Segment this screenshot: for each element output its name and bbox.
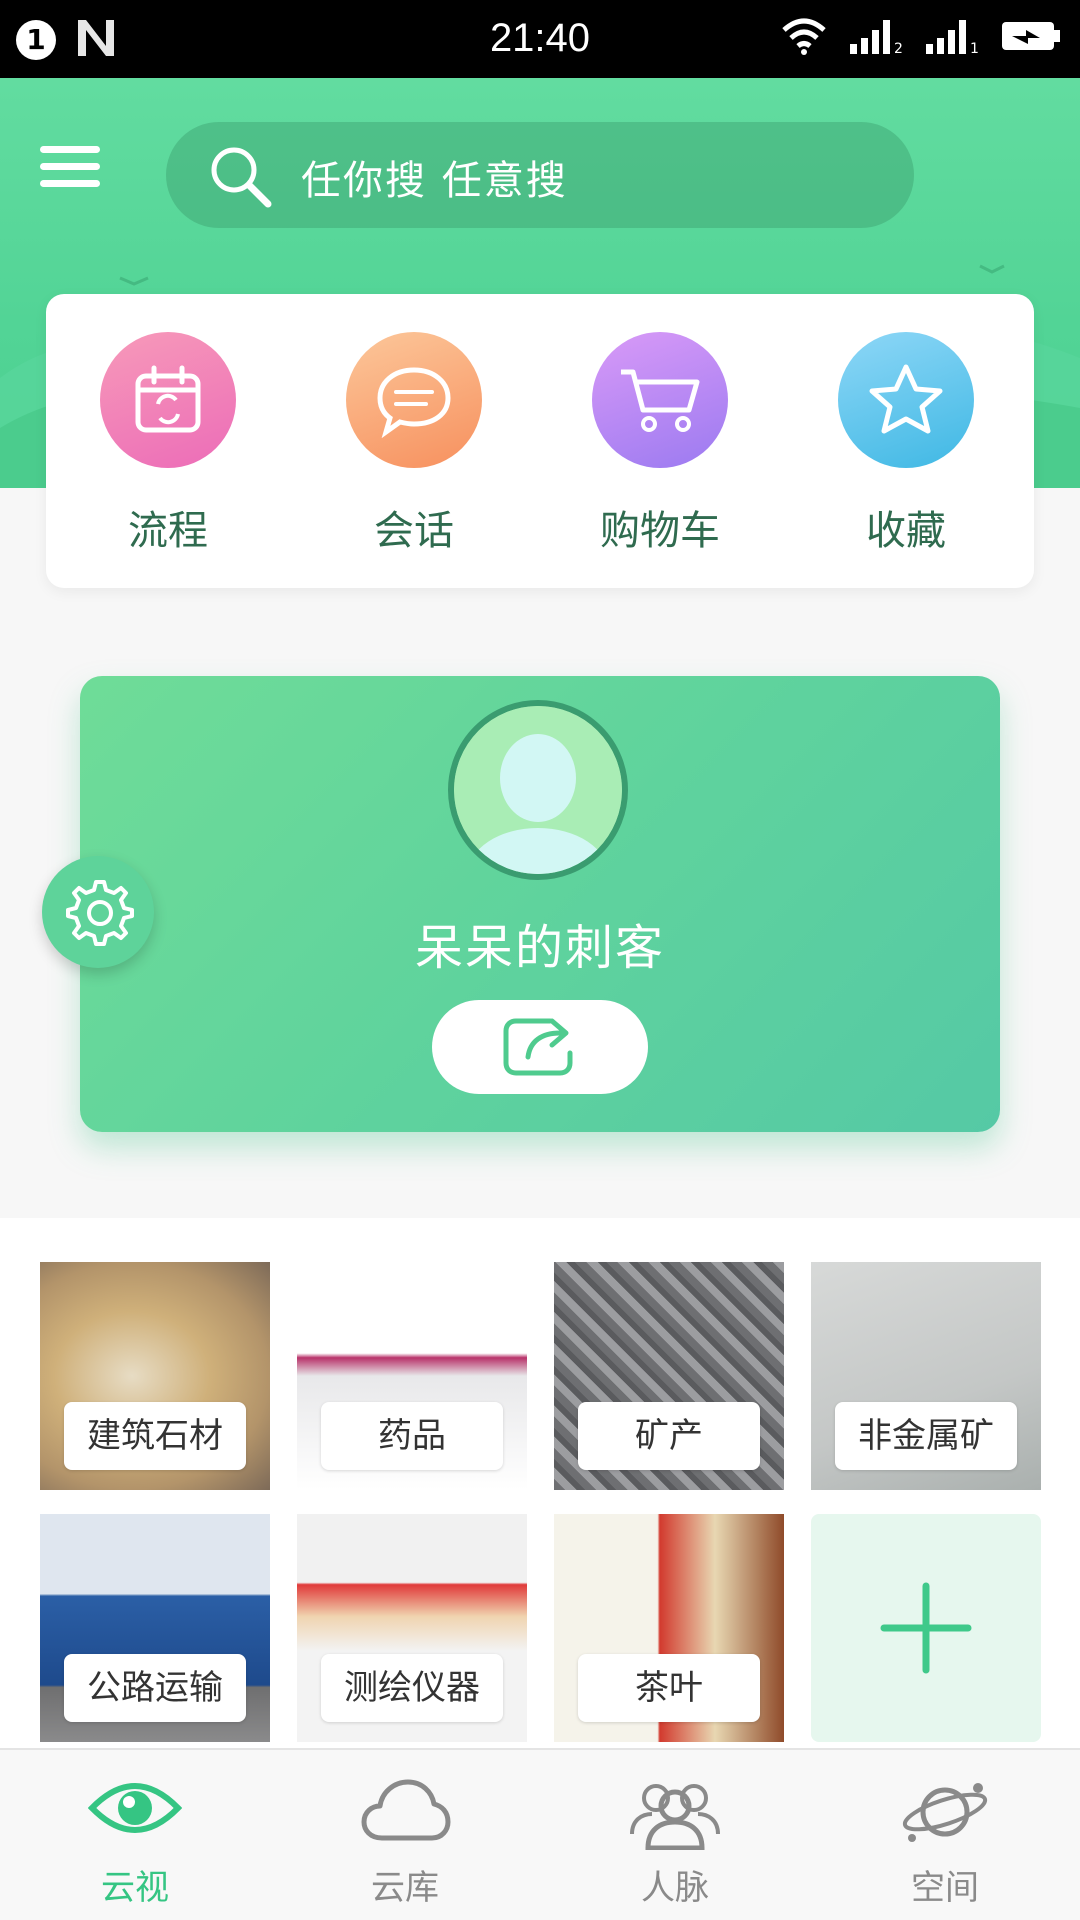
category-tile-tea[interactable]: 茶叶	[554, 1514, 784, 1742]
category-grid: 建筑石材 药品 矿产 非金属矿 公路运输 测绘仪器 茶叶	[0, 1218, 1080, 1748]
nav-label: 空间	[911, 1868, 979, 1908]
gear-icon	[66, 880, 134, 946]
battery-charging-icon	[1002, 22, 1060, 50]
calendar-icon	[135, 365, 201, 433]
category-label: 矿产	[578, 1402, 760, 1470]
cart-icon	[621, 369, 700, 432]
category-label: 建筑石材	[64, 1402, 246, 1470]
menu-button[interactable]	[40, 146, 100, 192]
signal-sim2-icon: 2	[850, 20, 904, 56]
plus-icon	[880, 1582, 972, 1674]
category-label: 测绘仪器	[321, 1654, 503, 1722]
category-tile-non-metallic-minerals[interactable]: 非金属矿	[811, 1262, 1041, 1490]
add-category-button[interactable]	[811, 1514, 1041, 1742]
quick-action-process[interactable]: 流程	[68, 332, 268, 556]
avatar[interactable]	[448, 700, 628, 880]
nav-tab-contacts[interactable]: 人脉	[540, 1750, 810, 1920]
search-placeholder: 任你搜 任意搜	[301, 158, 568, 204]
wifi-icon	[782, 18, 826, 55]
quick-action-label: 流程	[128, 508, 208, 554]
search-icon	[211, 147, 272, 208]
profile-card: 呆呆的刺客	[80, 676, 1000, 1132]
share-icon	[503, 1018, 573, 1076]
share-button[interactable]	[432, 1000, 648, 1094]
category-tile-building-stone[interactable]: 建筑石材	[40, 1262, 270, 1490]
quick-action-label: 收藏	[866, 508, 946, 554]
people-icon	[630, 1784, 720, 1850]
status-bar: 1 21:40 2 1	[0, 0, 1080, 78]
category-label: 茶叶	[578, 1654, 760, 1722]
quick-action-cart[interactable]: 购物车	[560, 332, 760, 556]
svg-text:2: 2	[894, 41, 903, 56]
planet-icon	[902, 1783, 988, 1842]
category-tile-minerals[interactable]: 矿产	[554, 1262, 784, 1490]
category-tile-road-transport[interactable]: 公路运输	[40, 1514, 270, 1742]
username: 呆呆的刺客	[414, 920, 665, 976]
quick-action-label: 会话	[374, 508, 454, 554]
star-icon	[869, 364, 943, 434]
signal-sim1-icon: 1	[926, 20, 980, 56]
quick-actions-card: 流程 会话 购物车 收藏	[46, 294, 1034, 588]
category-label: 非金属矿	[835, 1402, 1017, 1470]
category-tile-medicine[interactable]: 药品	[297, 1262, 527, 1490]
nav-label: 人脉	[641, 1868, 709, 1908]
search-bar[interactable]: 任你搜 任意搜	[166, 122, 914, 228]
nav-label: 云库	[371, 1868, 439, 1908]
nav-tab-cloud-library[interactable]: 云库	[270, 1750, 540, 1920]
chat-icon	[377, 367, 451, 438]
category-label: 药品	[321, 1402, 503, 1470]
category-label: 公路运输	[64, 1654, 246, 1722]
svg-text:1: 1	[970, 41, 979, 56]
bottom-navigation: 云视 云库 人脉 空间	[0, 1748, 1080, 1920]
user-icon	[454, 706, 622, 874]
cloud-icon	[361, 1779, 451, 1841]
quick-action-favorites[interactable]: 收藏	[806, 332, 1006, 556]
nav-tab-space[interactable]: 空间	[810, 1750, 1080, 1920]
category-tile-surveying-instruments[interactable]: 测绘仪器	[297, 1514, 527, 1742]
settings-button[interactable]	[42, 856, 154, 968]
eye-icon	[88, 1783, 182, 1833]
nav-tab-cloud-view[interactable]: 云视	[0, 1750, 270, 1920]
quick-action-label: 购物车	[600, 508, 720, 554]
quick-action-chat[interactable]: 会话	[314, 332, 514, 556]
nav-label: 云视	[101, 1868, 169, 1908]
